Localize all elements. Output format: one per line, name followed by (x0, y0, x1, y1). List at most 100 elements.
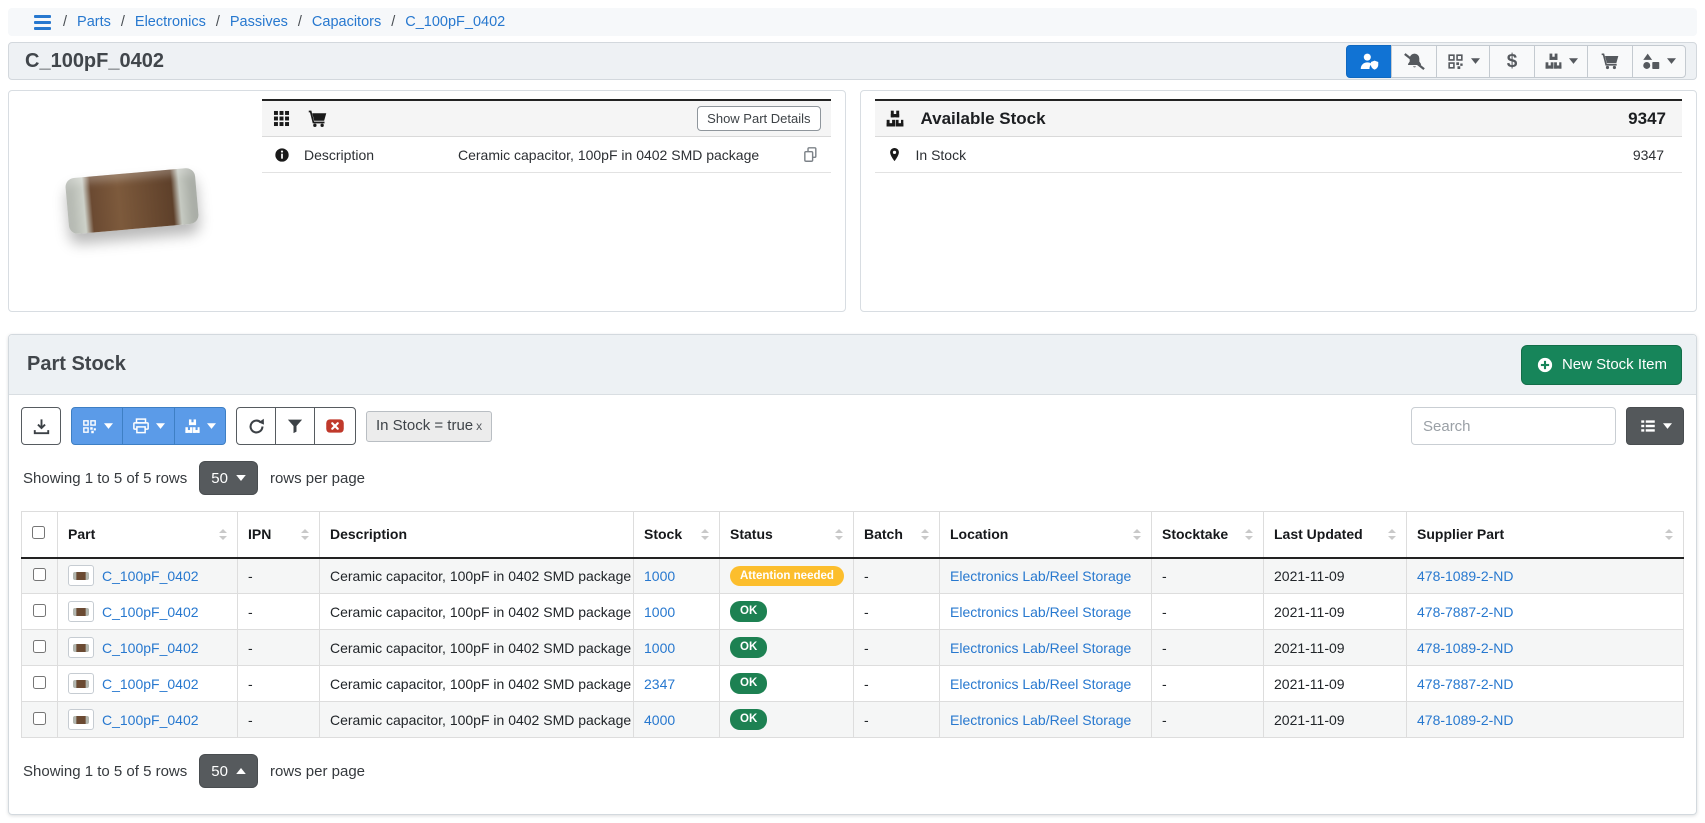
description-label: Description (304, 147, 444, 163)
filter-chip-remove[interactable]: x (476, 419, 482, 433)
part-link[interactable]: C_100pF_0402 (102, 712, 199, 728)
order-part-button[interactable] (1587, 45, 1633, 78)
part-link[interactable]: C_100pF_0402 (102, 640, 199, 656)
in-stock-row: In Stock 9347 (875, 137, 1683, 173)
column-header-status[interactable]: Status (720, 512, 854, 558)
filter-button[interactable] (275, 407, 315, 445)
batch-cell: - (854, 666, 940, 702)
location-link[interactable]: Electronics Lab/Reel Storage (950, 568, 1131, 584)
table-row: C_100pF_0402 - Ceramic capacitor, 100pF … (22, 630, 1684, 666)
breadcrumb-item-parts[interactable]: Parts (77, 14, 111, 30)
part-thumbnail[interactable] (68, 601, 94, 622)
filter-chip-in-stock[interactable]: In Stock = true x (366, 411, 492, 442)
stock-options-dropdown[interactable] (174, 407, 226, 445)
breadcrumb: / Parts / Electronics / Passives / Capac… (8, 8, 1697, 36)
row-checkbox[interactable] (33, 676, 46, 689)
part-image[interactable] (9, 91, 254, 311)
breadcrumb-separator: / (63, 14, 67, 30)
column-header-part[interactable]: Part (58, 512, 238, 558)
part-link[interactable]: C_100pF_0402 (102, 604, 199, 620)
available-stock-header: Available Stock 9347 (875, 99, 1683, 137)
status-badge: OK (730, 673, 767, 693)
part-thumbnail[interactable] (68, 673, 94, 694)
supplier-part-link[interactable]: 478-7887-2-ND (1417, 604, 1514, 620)
breadcrumb-item-passives[interactable]: Passives (230, 14, 288, 30)
supplier-part-link[interactable]: 478-1089-2-ND (1417, 568, 1514, 584)
column-header-description[interactable]: Description (320, 512, 634, 558)
new-stock-item-button[interactable]: New Stock Item (1521, 345, 1682, 385)
pagination-showing-text: Showing 1 to 5 of 5 rows (23, 763, 187, 780)
location-link[interactable]: Electronics Lab/Reel Storage (950, 640, 1131, 656)
remove-filters-button[interactable] (314, 407, 356, 445)
row-checkbox[interactable] (33, 640, 46, 653)
breadcrumb-separator: / (391, 14, 395, 30)
batch-cell: - (854, 702, 940, 738)
supplier-part-link[interactable]: 478-7887-2-ND (1417, 676, 1514, 692)
breadcrumb-item-capacitors[interactable]: Capacitors (312, 14, 381, 30)
sort-icon (921, 529, 929, 540)
pricing-button[interactable]: $ (1489, 45, 1535, 78)
column-header-location[interactable]: Location (940, 512, 1152, 558)
columns-dropdown-button[interactable] (1626, 407, 1684, 445)
notifications-disabled-button[interactable] (1391, 45, 1437, 78)
stock-link[interactable]: 1000 (644, 640, 675, 656)
filter-icon (286, 417, 304, 435)
print-actions-dropdown[interactable] (122, 407, 175, 445)
page-size-value: 50 (211, 763, 228, 780)
location-link[interactable]: Electronics Lab/Reel Storage (950, 712, 1131, 728)
sort-icon (1245, 529, 1253, 540)
breadcrumb-item-current-part[interactable]: C_100pF_0402 (405, 14, 505, 30)
copy-button[interactable] (802, 146, 819, 163)
column-header-supplier-part[interactable]: Supplier Part (1407, 512, 1684, 558)
new-stock-item-label: New Stock Item (1562, 356, 1667, 373)
sort-icon (301, 529, 309, 540)
page-header: C_100pF_0402 $ (8, 42, 1697, 80)
part-thumbnail[interactable] (68, 565, 94, 586)
column-header-batch[interactable]: Batch (854, 512, 940, 558)
stock-actions-button[interactable] (1534, 45, 1588, 78)
part-link[interactable]: C_100pF_0402 (102, 676, 199, 692)
part-thumbnail[interactable] (68, 637, 94, 658)
stock-link[interactable]: 4000 (644, 712, 675, 728)
caret-up-icon (236, 768, 246, 774)
in-stock-value: 9347 (1633, 147, 1670, 163)
sort-icon (1665, 529, 1673, 540)
column-header-stock[interactable]: Stock (634, 512, 720, 558)
select-all-checkbox[interactable] (32, 526, 45, 539)
page-size-dropdown[interactable]: 50 (199, 754, 258, 788)
menu-icon[interactable] (34, 15, 51, 30)
filter-chip-label: In Stock = true (376, 417, 473, 434)
supplier-part-link[interactable]: 478-1089-2-ND (1417, 712, 1514, 728)
barcode-actions-button[interactable] (1436, 45, 1490, 78)
part-thumbnail[interactable] (68, 709, 94, 730)
stock-link[interactable]: 1000 (644, 568, 675, 584)
supplier-part-link[interactable]: 478-1089-2-ND (1417, 640, 1514, 656)
column-header-last-updated[interactable]: Last Updated (1264, 512, 1407, 558)
column-header-stocktake[interactable]: Stocktake (1152, 512, 1264, 558)
refresh-button[interactable] (236, 407, 276, 445)
available-stock-card: Available Stock 9347 In Stock 9347 (860, 90, 1698, 312)
location-link[interactable]: Electronics Lab/Reel Storage (950, 604, 1131, 620)
page-size-dropdown[interactable]: 50 (199, 461, 258, 495)
part-link[interactable]: C_100pF_0402 (102, 568, 199, 584)
stock-link[interactable]: 1000 (644, 604, 675, 620)
part-actions-button[interactable] (1632, 45, 1686, 78)
description-row: Description Ceramic capacitor, 100pF in … (262, 137, 831, 173)
breadcrumb-item-electronics[interactable]: Electronics (135, 14, 206, 30)
part-details-table: Show Part Details Description Ceramic ca… (262, 99, 831, 311)
show-part-details-button[interactable]: Show Part Details (697, 106, 820, 131)
pagination-suffix-text: rows per page (270, 470, 365, 487)
cart-icon (1600, 51, 1620, 71)
search-input[interactable] (1411, 407, 1616, 445)
row-checkbox[interactable] (33, 712, 46, 725)
bell-slash-icon (1404, 51, 1425, 72)
barcode-actions-dropdown[interactable] (71, 407, 123, 445)
row-checkbox[interactable] (33, 568, 46, 581)
column-header-ipn[interactable]: IPN (238, 512, 320, 558)
row-checkbox[interactable] (33, 604, 46, 617)
location-link[interactable]: Electronics Lab/Reel Storage (950, 676, 1131, 692)
stock-link[interactable]: 2347 (644, 676, 675, 692)
breadcrumb-separator: / (121, 14, 125, 30)
export-button[interactable] (21, 407, 61, 445)
subscribe-button[interactable] (1346, 45, 1392, 78)
